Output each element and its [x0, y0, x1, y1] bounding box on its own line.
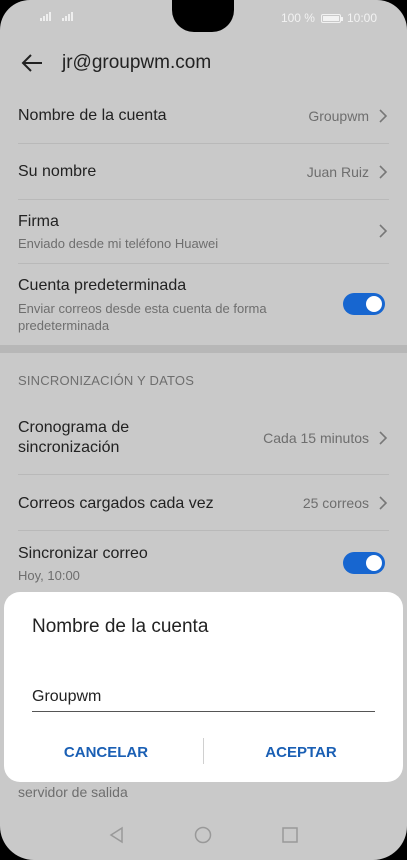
- page-title: jr@groupwm.com: [62, 52, 212, 73]
- app-header: jr@groupwm.com: [0, 40, 407, 86]
- setting-value: Groupwm: [308, 108, 369, 124]
- setting-subtext: Enviado desde mi teléfono Huawei: [18, 236, 219, 251]
- clock: 10:00: [346, 11, 377, 25]
- setting-label: Su nombre: [18, 163, 97, 180]
- chevron-right-icon: [379, 224, 388, 238]
- square-recents-icon: [282, 827, 298, 843]
- setting-sync-schedule[interactable]: Cronograma de sincronización Cada 15 min…: [18, 400, 389, 475]
- cancel-button[interactable]: CANCELAR: [36, 732, 176, 772]
- accept-button[interactable]: ACEPTAR: [231, 732, 371, 772]
- setting-your-name[interactable]: Su nombre Juan Ruiz: [18, 144, 389, 200]
- setting-value: Juan Ruiz: [306, 164, 369, 180]
- setting-subtext: Hoy, 10:00: [18, 568, 80, 583]
- setting-label: Correos cargados cada vez: [18, 495, 214, 512]
- setting-account-name[interactable]: Nombre de la cuenta Groupwm: [18, 88, 389, 144]
- background-setting-text: servidor de salida: [18, 784, 128, 800]
- toggle-knob: [366, 296, 382, 312]
- battery-fill: [322, 15, 339, 21]
- account-name-input[interactable]: [32, 682, 375, 712]
- account-name-dialog: Nombre de la cuenta CANCELAR ACEPTAR: [4, 592, 403, 782]
- signal-icon: [62, 12, 73, 21]
- battery-percent: 100 %: [280, 11, 315, 25]
- circle-home-icon: [194, 826, 212, 844]
- arrow-left-icon: [21, 54, 42, 72]
- setting-default-account: Cuenta predeterminada Enviar correos des…: [18, 264, 389, 345]
- setting-label: Sincronizar correo: [18, 545, 148, 562]
- setting-label: Nombre de la cuenta: [18, 107, 167, 124]
- setting-label: Cuenta predeterminada: [18, 277, 187, 294]
- button-divider: [203, 738, 204, 764]
- status-bar: 100 % 10:00: [0, 0, 407, 36]
- dialog-title: Nombre de la cuenta: [32, 616, 209, 637]
- setting-label: Firma: [18, 213, 59, 230]
- nav-back-button[interactable]: [108, 826, 126, 849]
- phone-screen: 100 % 10:00 jr@groupwm.com Nombre de la …: [0, 0, 407, 860]
- setting-mails-loaded[interactable]: Correos cargados cada vez 25 correos: [18, 475, 389, 531]
- chevron-right-icon: [379, 431, 388, 445]
- chevron-right-icon: [379, 496, 388, 510]
- back-button[interactable]: [18, 49, 46, 77]
- triangle-back-icon: [109, 826, 123, 844]
- setting-value: 25 correos: [302, 495, 369, 511]
- signal-indicators: [40, 11, 76, 21]
- toggle-knob: [366, 555, 382, 571]
- setting-signature[interactable]: Firma Enviado desde mi teléfono Huawei: [18, 200, 389, 264]
- default-account-toggle[interactable]: [343, 293, 385, 315]
- section-title: SINCRONIZACIÓN Y DATOS: [18, 373, 195, 388]
- signal-icon: [40, 12, 51, 21]
- chevron-right-icon: [379, 165, 388, 179]
- setting-label: Cronograma de sincronización: [18, 419, 130, 456]
- section-divider: [0, 345, 407, 353]
- setting-subtext: Enviar correos desde esta cuenta de form…: [18, 301, 267, 333]
- nav-recents-button[interactable]: [281, 826, 299, 849]
- battery-icon: [320, 13, 343, 23]
- sync-mail-toggle[interactable]: [343, 552, 385, 574]
- nav-home-button[interactable]: [194, 826, 212, 849]
- navigation-bar: [0, 810, 407, 860]
- chevron-right-icon: [379, 109, 388, 123]
- setting-value: Cada 15 minutos: [263, 430, 369, 446]
- status-right: 100 % 10:00: [281, 11, 377, 25]
- setting-sync-mail: Sincronizar correo Hoy, 10:00: [18, 531, 389, 595]
